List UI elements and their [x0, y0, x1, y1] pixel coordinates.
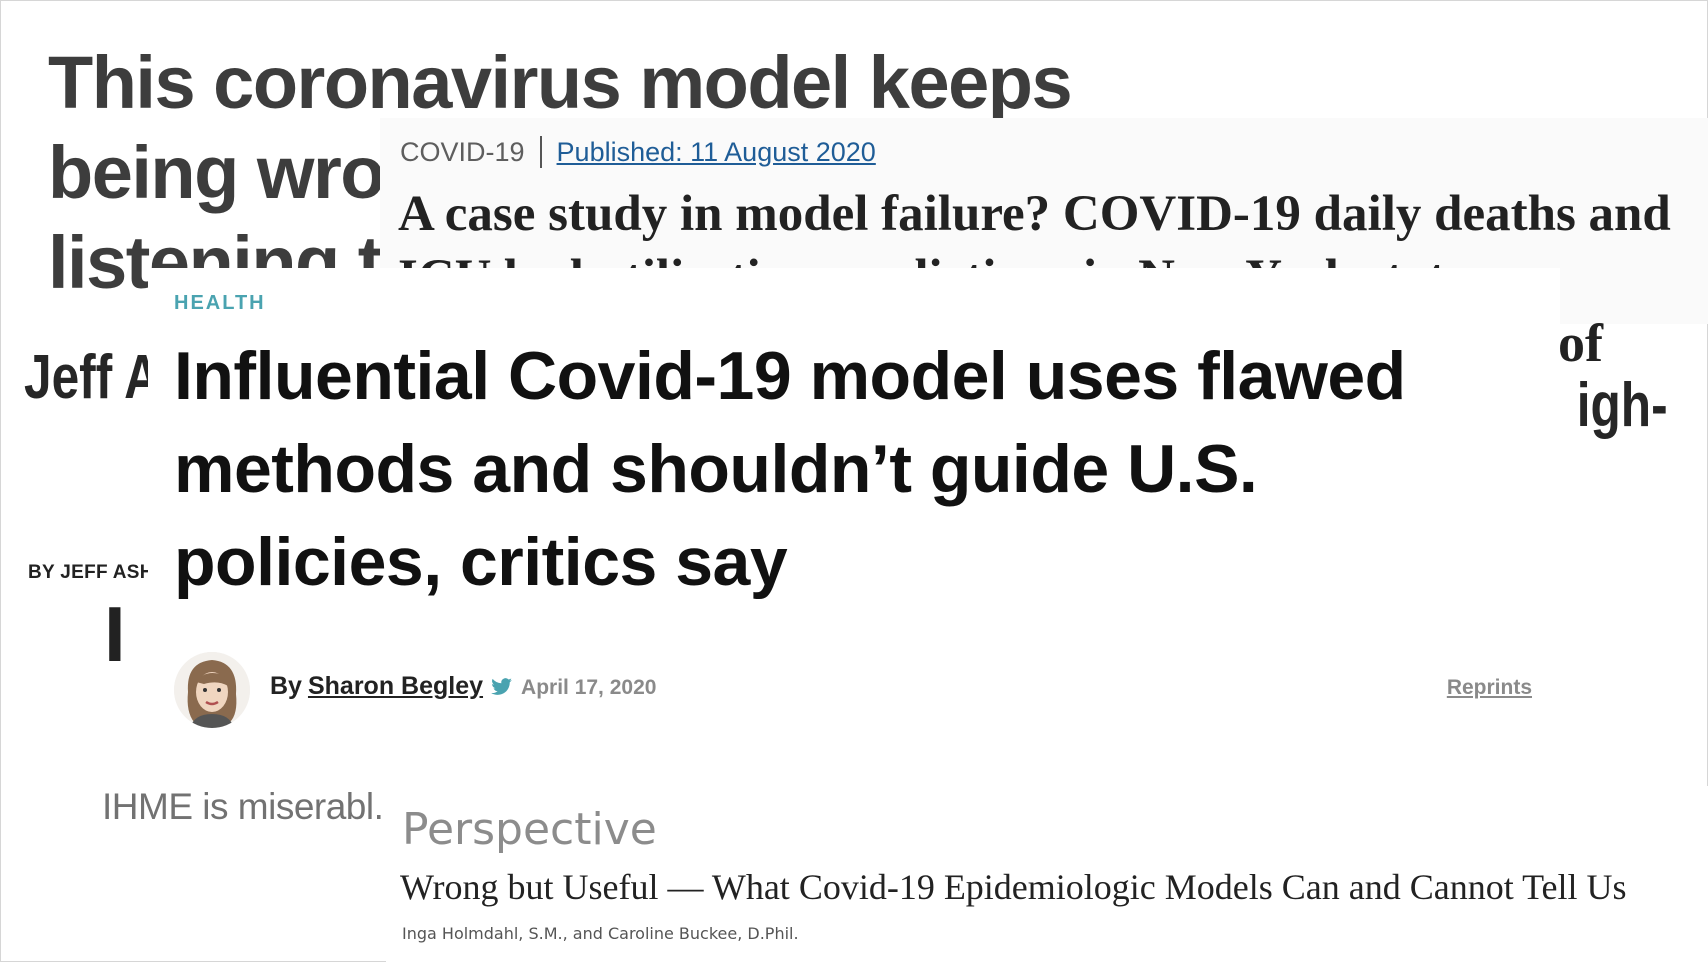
twitter-icon[interactable]: [491, 678, 513, 696]
paper-meta: COVID-19 Published: 11 August 2020: [400, 136, 876, 168]
author-link[interactable]: Sharon Begley: [308, 672, 483, 701]
perspective-authors: Inga Holmdahl, S.M., and Caroline Buckee…: [402, 924, 799, 943]
perspective-title[interactable]: Wrong but Useful — What Covid-19 Epidemi…: [400, 866, 1627, 908]
paper-edge-text: of: [1558, 313, 1603, 373]
paper-edge-fragment: of: [1558, 300, 1708, 440]
reprints-link[interactable]: Reprints: [1447, 676, 1532, 700]
subject-tag[interactable]: COVID-19: [400, 137, 525, 168]
byline-jeff: BY JEFF ASH: [28, 562, 154, 583]
article-date: April 17, 2020: [521, 676, 657, 699]
author-avatar[interactable]: [174, 652, 250, 728]
article-paragraph-ihme: IHME is miserabl... heading. See if yo..…: [0, 770, 400, 880]
published-date-link[interactable]: Published: 11 August 2020: [557, 137, 876, 168]
article-title: Influential Covid-19 model uses flawed m…: [174, 338, 1406, 600]
article-clipping-nejm: Perspective Wrong but Useful — What Covi…: [386, 786, 1708, 962]
meta-divider: [539, 136, 542, 168]
by-label: By: [270, 672, 302, 700]
section-kicker[interactable]: HEALTH: [174, 292, 266, 315]
perspective-kicker: Perspective: [402, 804, 657, 855]
paragraph-ihme: IHME is miserabl... heading. See if yo..…: [102, 786, 400, 827]
byline: By Sharon Begley April 17, 2020 Reprints: [174, 652, 1534, 732]
byline-row: By Sharon Begley April 17, 2020: [270, 672, 656, 701]
article-clipping-stat: HEALTH Influential Covid-19 model uses f…: [148, 268, 1560, 756]
